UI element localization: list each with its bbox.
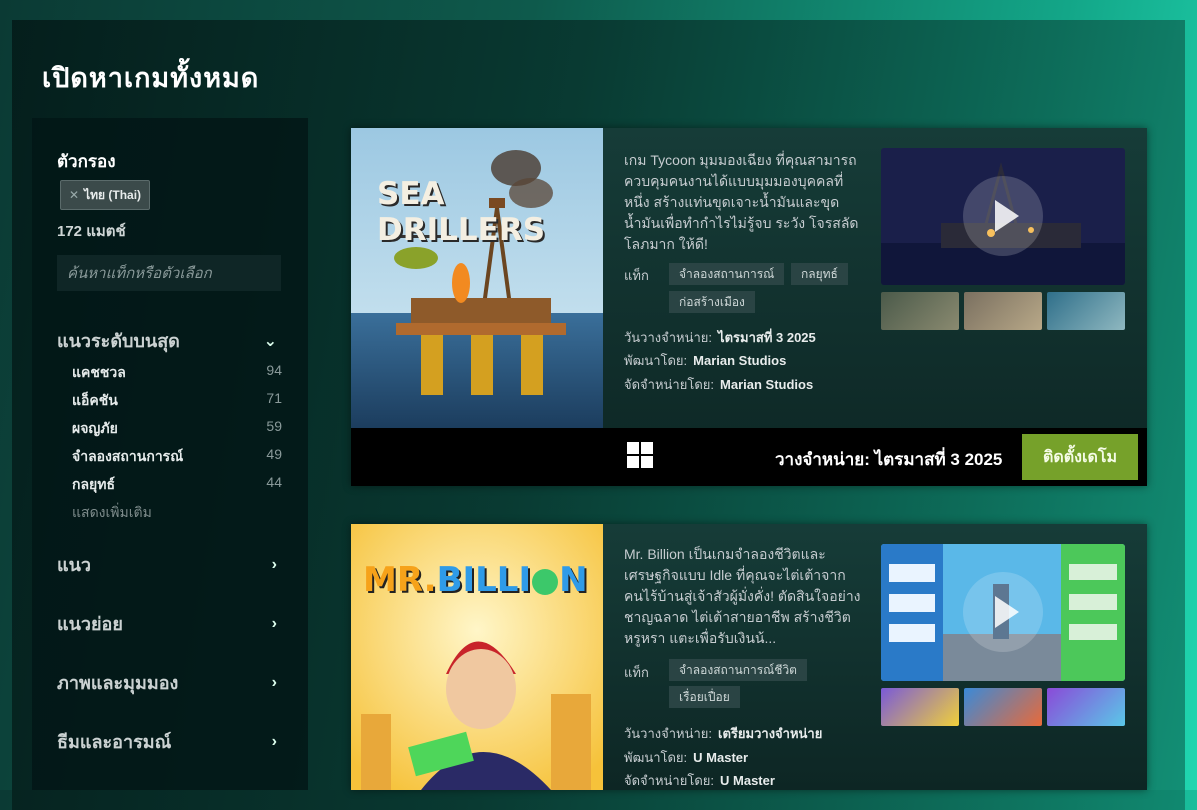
section-label: ภาพและมุมมอง	[57, 673, 179, 693]
coin-icon	[532, 568, 559, 595]
tag-search-input[interactable]	[57, 255, 281, 291]
page-title: เปิดหาเกมทั้งหมด	[42, 63, 260, 93]
install-demo-button[interactable]: ติดตั้งเดโม	[1022, 434, 1138, 480]
section-label: ธีมและอารมณ์	[57, 732, 172, 752]
cover-title-part: N	[559, 560, 588, 600]
trailer-video[interactable]	[881, 544, 1125, 681]
section-genre[interactable]: แนว ›	[57, 550, 277, 579]
active-filter-label: ไทย (Thai)	[84, 187, 142, 202]
screenshot-thumbnail[interactable]	[964, 688, 1042, 726]
match-count: 172 แมตช์	[57, 223, 126, 240]
game-card[interactable]: SEA DRILLERS เกม Tycoon มุมมองเฉียง ที่ค…	[351, 128, 1147, 486]
screenshot-thumbnail[interactable]	[1047, 292, 1125, 330]
release-summary: วางจำหน่าย: ไตรมาสที่ 3 2025	[775, 450, 1003, 469]
game-cover-image[interactable]: MR.BILLI N	[351, 524, 603, 790]
filter-title: ตัวกรอง	[57, 152, 116, 171]
publisher-label: จัดจำหน่ายโดย:	[624, 377, 715, 392]
play-icon[interactable]	[963, 176, 1043, 256]
windows-icon	[627, 442, 653, 468]
category-item[interactable]: แคชชวล 94	[72, 362, 282, 384]
section-top-level[interactable]: แนวระดับบนสุด ⌄	[57, 326, 277, 355]
publisher-row: จัดจำหน่ายโดย: Marian Studios	[624, 374, 813, 395]
developer-link[interactable]: Marian Studios	[693, 353, 786, 368]
category-count: 59	[266, 418, 282, 434]
category-label: แอ็คชัน	[72, 392, 118, 408]
active-filter-chip[interactable]: ✕ ไทย (Thai)	[60, 180, 151, 210]
screenshot-thumbnail[interactable]	[964, 292, 1042, 330]
category-label: จำลองสถานการณ์	[72, 448, 184, 464]
release-date-row: วันวางจำหน่าย: เตรียมวางจำหน่าย	[624, 723, 822, 744]
show-more-link[interactable]: แสดงเพิ่มเติม	[72, 502, 152, 524]
section-themes[interactable]: ธีมและอารมณ์ ›	[57, 727, 277, 756]
section-subgenre[interactable]: แนวย่อย ›	[57, 609, 277, 638]
chevron-right-icon: ›	[271, 555, 277, 573]
category-label: ผจญภัย	[72, 420, 118, 436]
game-description: เกม Tycoon มุมมองเฉียง ที่คุณสามารถ ควบค…	[624, 152, 859, 252]
play-icon[interactable]	[963, 572, 1043, 652]
chevron-down-icon: ⌄	[263, 332, 277, 350]
cover-title-part: MR.	[363, 560, 437, 600]
tags-label: แท็ก	[624, 268, 649, 283]
category-item[interactable]: ผจญภัย 59	[72, 418, 282, 440]
game-cover-image[interactable]: SEA DRILLERS	[351, 128, 603, 428]
screenshot-thumbnail[interactable]	[1047, 688, 1125, 726]
category-count: 49	[266, 446, 282, 462]
category-item[interactable]: แอ็คชัน 71	[72, 390, 282, 412]
category-label: แคชชวล	[72, 364, 126, 380]
category-label: กลยุทธ์	[72, 476, 116, 492]
developer-row: พัฒนาโดย: U Master	[624, 747, 748, 768]
chevron-right-icon: ›	[271, 614, 277, 632]
tag-chip[interactable]: ก่อสร้างเมือง	[669, 291, 755, 313]
sea-drillers-artwork	[351, 128, 603, 428]
section-visuals[interactable]: ภาพและมุมมอง ›	[57, 668, 277, 697]
purchase-bar: วางจำหน่าย: ไตรมาสที่ 3 2025 ติดตั้งเดโม	[351, 428, 1147, 486]
publisher-link[interactable]: U Master	[720, 773, 775, 788]
section-label: แนว	[57, 555, 92, 575]
section-label: แนวระดับบนสุด	[57, 331, 180, 351]
publisher-row: จัดจำหน่ายโดย: U Master	[624, 770, 775, 791]
screenshot-thumbnail[interactable]	[881, 292, 959, 330]
developer-row: พัฒนาโดย: Marian Studios	[624, 350, 786, 371]
developer-link[interactable]: U Master	[693, 750, 748, 765]
chevron-right-icon: ›	[271, 732, 277, 750]
tag-chip[interactable]: จำลองสถานการณ์ชีวิต	[669, 659, 807, 681]
filter-sidebar: ตัวกรอง ✕ ไทย (Thai) 172 แมตช์ แนวระดับบ…	[32, 118, 308, 790]
developer-label: พัฒนาโดย:	[624, 750, 688, 765]
cover-title-part: BILLI	[436, 560, 532, 600]
trailer-video[interactable]	[881, 148, 1125, 285]
cover-title: SEA DRILLERS	[377, 176, 546, 248]
publisher-label: จัดจำหน่ายโดย:	[624, 773, 715, 788]
tag-chip[interactable]: เรื่อยเปื่อย	[669, 686, 740, 708]
category-item[interactable]: จำลองสถานการณ์ 49	[72, 446, 282, 468]
release-value: เตรียมวางจำหน่าย	[718, 726, 823, 741]
tags-label: แท็ก	[624, 665, 649, 680]
developer-label: พัฒนาโดย:	[624, 353, 688, 368]
release-label: วันวางจำหน่าย:	[624, 330, 713, 345]
cover-title: MR.BILLI N	[363, 560, 588, 600]
category-count: 71	[266, 390, 282, 406]
category-count: 94	[266, 362, 282, 378]
game-description: Mr. Billion เป็นเกมจำลองชีวิตและเศรษฐกิจ…	[624, 546, 861, 646]
screenshot-thumbnail[interactable]	[881, 688, 959, 726]
game-card[interactable]: MR.BILLI N Mr. Billion เป็นเกมจำลองชีวิตแ…	[351, 524, 1147, 790]
release-date-row: วันวางจำหน่าย: ไตรมาสที่ 3 2025	[624, 327, 816, 348]
category-count: 44	[266, 474, 282, 490]
section-label: แนวย่อย	[57, 614, 123, 634]
release-value: ไตรมาสที่ 3 2025	[718, 330, 816, 345]
publisher-link[interactable]: Marian Studios	[720, 377, 813, 392]
chevron-right-icon: ›	[271, 673, 277, 691]
tag-chip[interactable]: กลยุทธ์	[791, 263, 848, 285]
release-label: วันวางจำหน่าย:	[624, 726, 713, 741]
category-item[interactable]: กลยุทธ์ 44	[72, 474, 282, 496]
close-icon[interactable]: ✕	[69, 188, 79, 202]
tag-chip[interactable]: จำลองสถานการณ์	[669, 263, 785, 285]
